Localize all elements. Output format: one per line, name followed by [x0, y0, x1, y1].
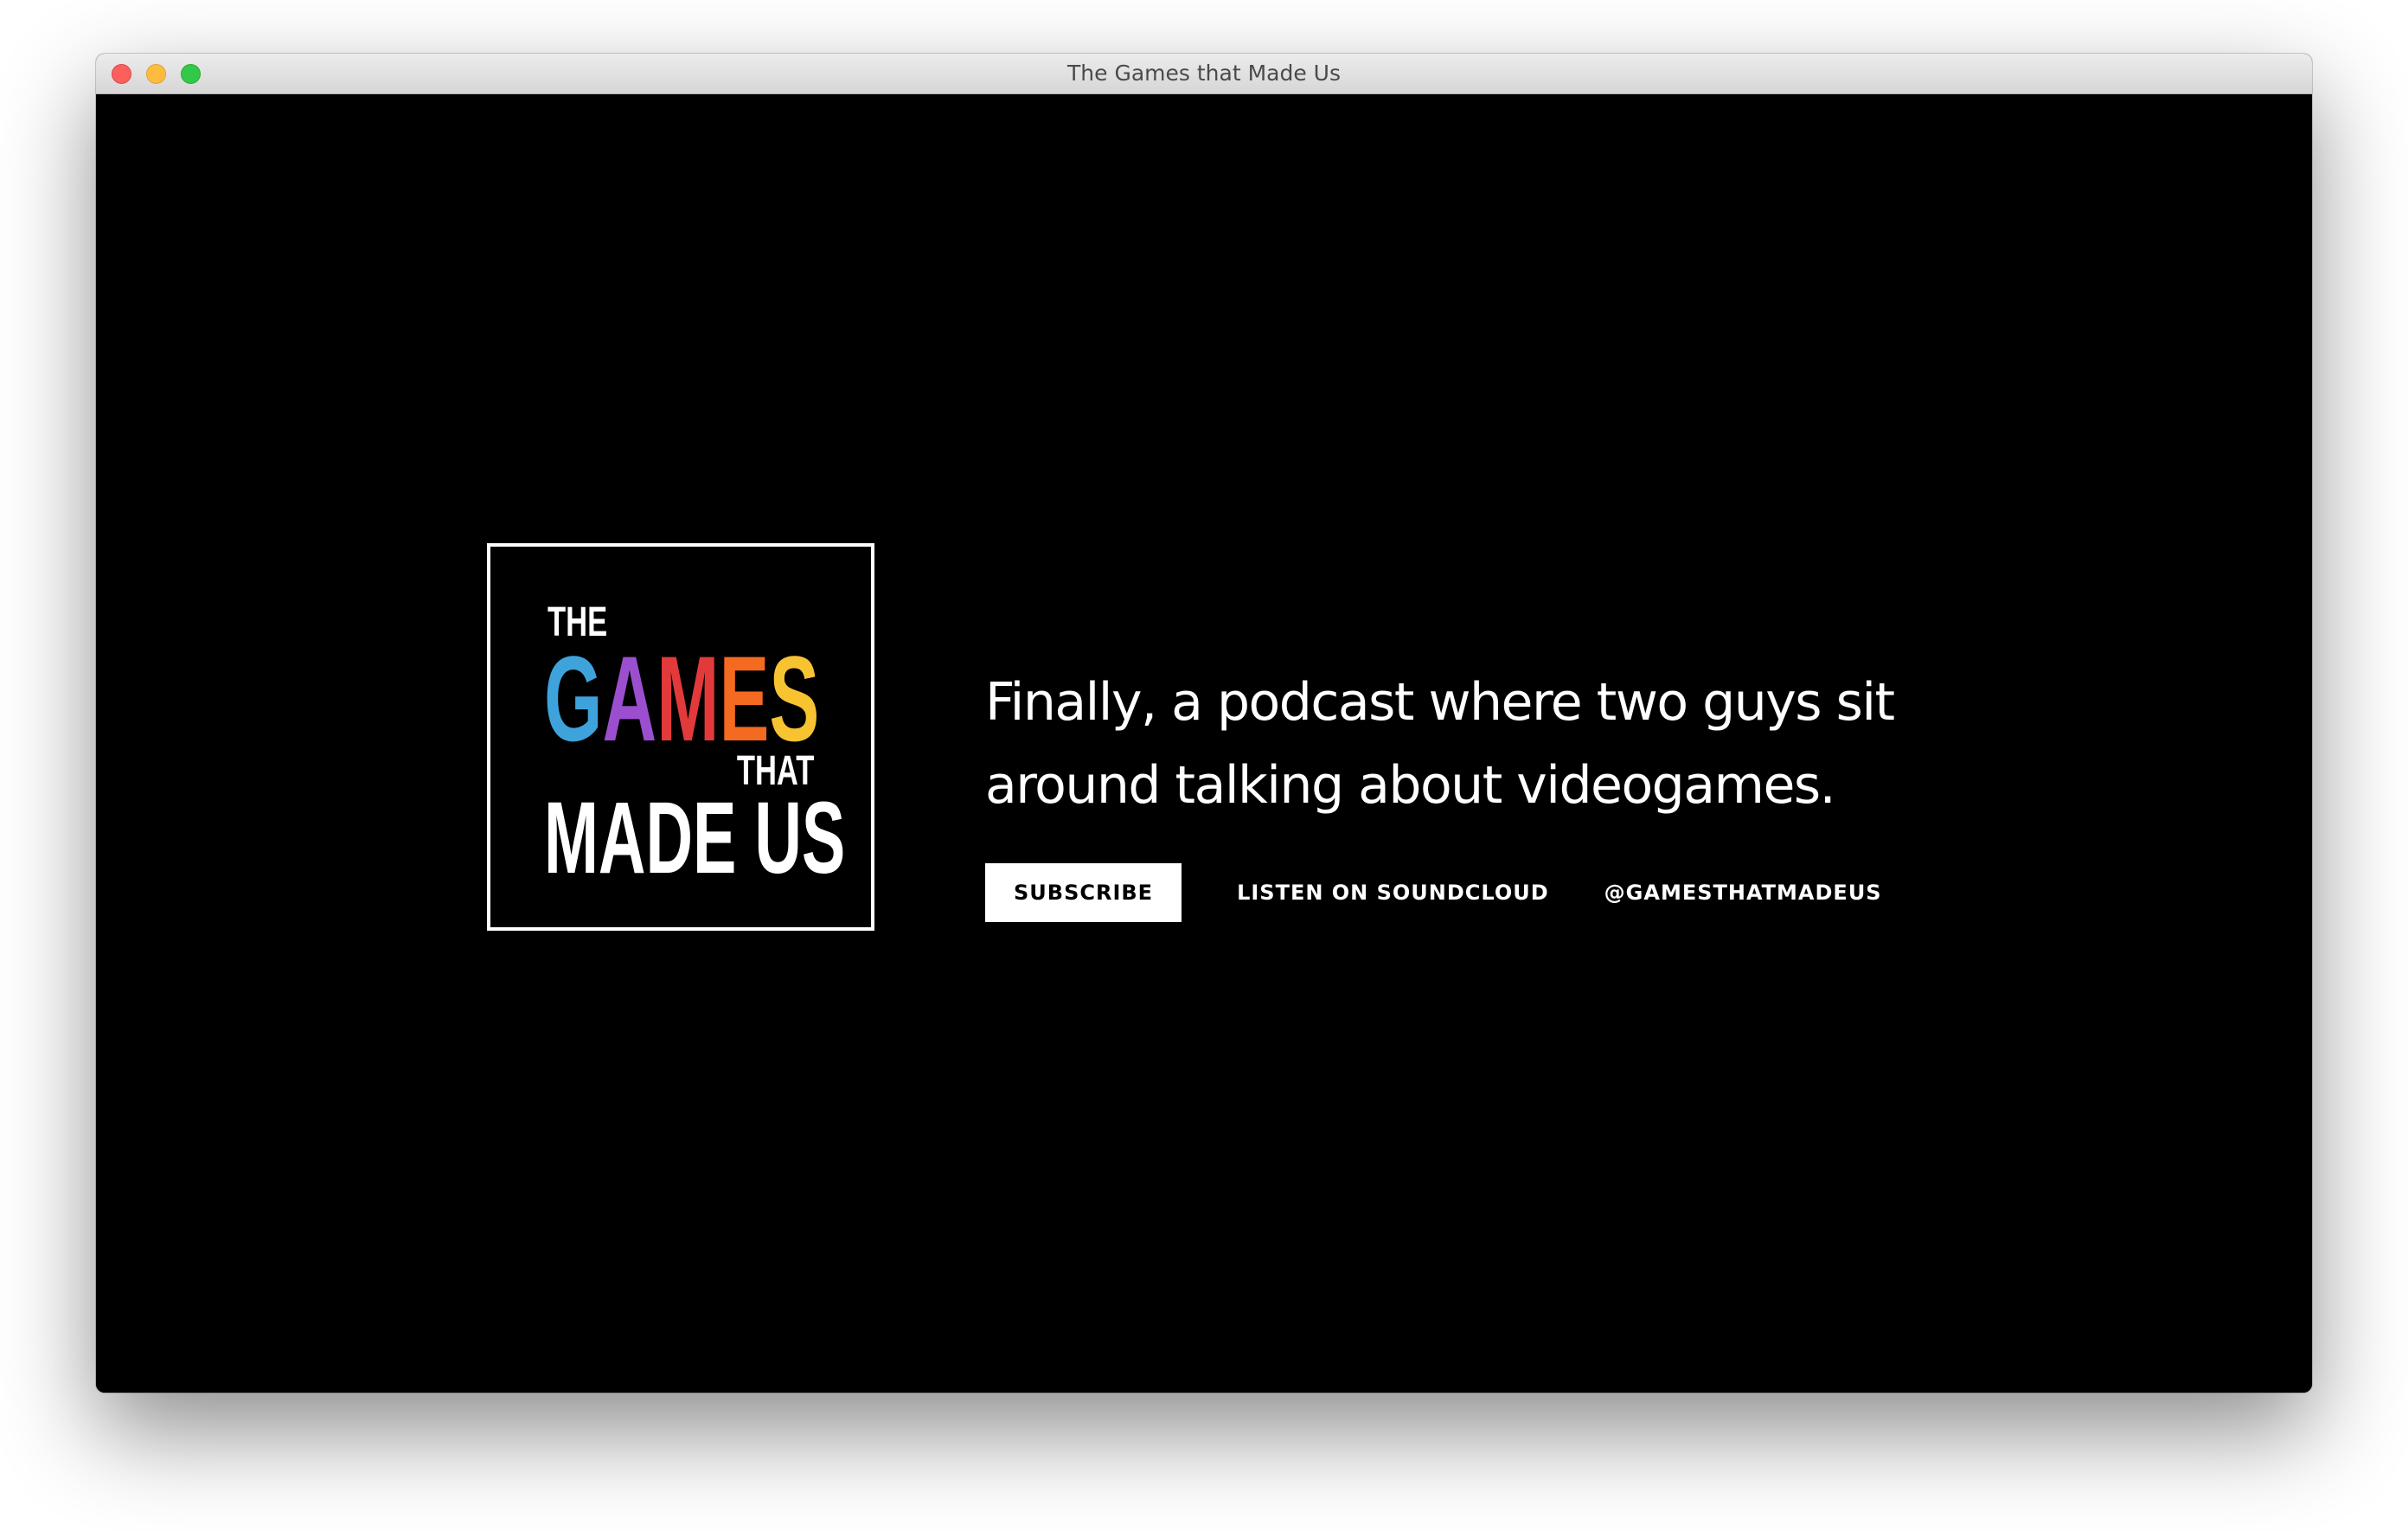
action-bar: SUBSCRIBE LISTEN ON SOUNDCLOUD @GAMESTHA… [985, 863, 1937, 922]
window-title: The Games that Made Us [1067, 61, 1341, 86]
browser-window: The Games that Made Us THE GAMES THAT MA… [96, 54, 2312, 1393]
logo-text-made-us: MADE US [544, 781, 846, 895]
hero-tagline: Finally, a podcast where two guys sit ar… [985, 672, 1895, 816]
twitter-handle-link[interactable]: @GAMESTHATMADEUS [1604, 881, 1882, 905]
logo-letter-a: A [602, 631, 657, 766]
logo-letter-m: M [656, 631, 720, 766]
soundcloud-link[interactable]: LISTEN ON SOUNDCLOUD [1237, 881, 1549, 905]
title-bar: The Games that Made Us [96, 54, 2312, 94]
subscribe-button[interactable]: SUBSCRIBE [985, 863, 1182, 922]
podcast-logo: THE GAMES THAT MADE US [487, 543, 874, 931]
logo-text-games: GAMES [544, 638, 819, 759]
logo-letter-s: S [769, 631, 820, 766]
logo-letter-e: E [719, 631, 770, 766]
page-content: THE GAMES THAT MADE US Finally, a podcas… [96, 94, 2312, 1393]
logo-letter-g: G [544, 631, 603, 766]
